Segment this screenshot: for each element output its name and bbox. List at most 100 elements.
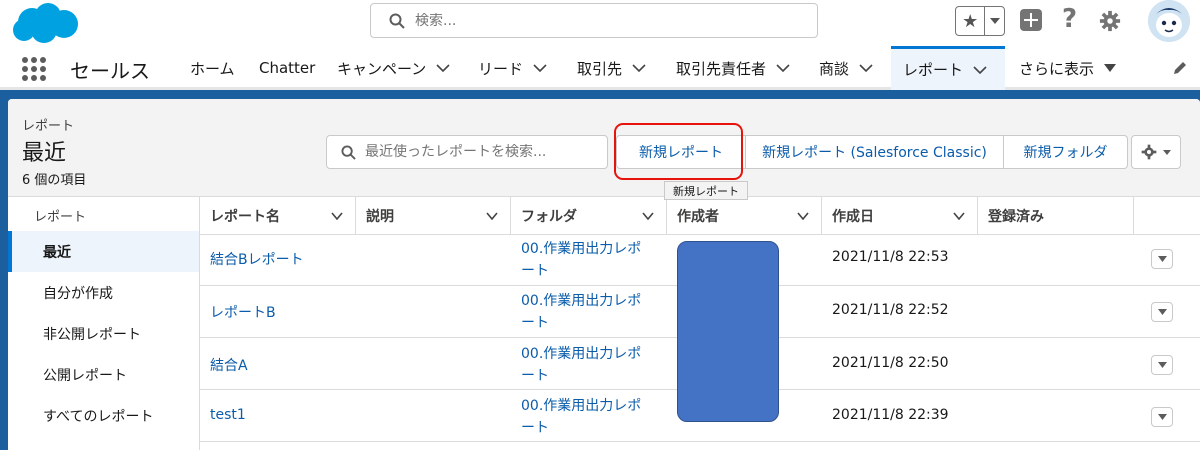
column-header-subscribed[interactable]: 登録済み bbox=[978, 197, 1134, 235]
list-view-panel: レポート 最近 6 個の項目 新規レポート 新規レポート (Salesforce… bbox=[8, 99, 1200, 450]
page-title: 最近 bbox=[22, 141, 67, 166]
object-label: レポート bbox=[22, 119, 75, 134]
row-actions-button[interactable] bbox=[1151, 407, 1173, 427]
global-search-input[interactable] bbox=[415, 12, 795, 29]
row-actions-button[interactable] bbox=[1151, 249, 1173, 269]
list-settings-button[interactable] bbox=[1131, 135, 1181, 169]
row-actions-button[interactable] bbox=[1151, 302, 1173, 322]
nav-item-leads[interactable]: リード bbox=[466, 46, 547, 90]
created-date: 2021/11/8 22:39 bbox=[832, 407, 949, 423]
edit-nav-pencil-icon[interactable] bbox=[1172, 60, 1188, 76]
chevron-down-icon[interactable] bbox=[331, 212, 343, 220]
global-actions-plus-icon[interactable] bbox=[1020, 9, 1042, 31]
nav-item-label: Chatter bbox=[259, 59, 316, 77]
chevron-down-icon[interactable] bbox=[859, 64, 873, 72]
column-header-label: 説明 bbox=[366, 208, 394, 225]
app-launcher-waffle-icon[interactable] bbox=[22, 57, 46, 81]
nav-item-accounts[interactable]: 取引先 bbox=[565, 46, 646, 90]
nav-item-contacts[interactable]: 取引先責任者 bbox=[664, 46, 790, 90]
salesforce-logo[interactable] bbox=[10, 2, 80, 44]
chevron-down-icon[interactable] bbox=[776, 64, 790, 72]
list-view-header: レポート 最近 6 個の項目 新規レポート 新規レポート (Salesforce… bbox=[8, 99, 1200, 197]
sidebar-heading: レポート bbox=[34, 210, 87, 225]
gear-icon bbox=[1141, 144, 1157, 160]
nav-item-campaigns[interactable]: キャンペーン bbox=[325, 46, 450, 90]
caret-down-icon bbox=[1157, 414, 1167, 420]
sidebar-item-recent[interactable]: 最近 bbox=[8, 231, 199, 272]
item-count: 6 個の項目 bbox=[22, 173, 87, 188]
report-name-link[interactable]: レポートB bbox=[210, 302, 276, 322]
new-report-classic-button[interactable]: 新規レポート (Salesforce Classic) bbox=[746, 135, 1004, 169]
sidebar-item-public-reports[interactable]: 公開レポート bbox=[8, 354, 199, 395]
report-name-link[interactable]: test1 bbox=[210, 407, 246, 423]
column-header-label: 作成者 bbox=[677, 208, 719, 225]
search-icon bbox=[389, 13, 405, 29]
row-actions-button[interactable] bbox=[1151, 355, 1173, 375]
help-icon[interactable]: ? bbox=[1062, 4, 1077, 34]
nav-item-label: 取引先責任者 bbox=[676, 59, 767, 78]
favorites-star-icon[interactable]: ★ bbox=[956, 7, 986, 35]
redaction-box bbox=[677, 241, 779, 422]
column-header-actions bbox=[1134, 197, 1200, 235]
chevron-down-icon[interactable] bbox=[632, 64, 646, 72]
report-name-link[interactable]: 結合Bレポート bbox=[210, 249, 304, 269]
column-header-label: レポート名 bbox=[210, 208, 280, 225]
chevron-down-icon[interactable] bbox=[642, 212, 654, 220]
nav-item-label: 取引先 bbox=[577, 59, 623, 78]
column-header-description[interactable]: 説明 bbox=[356, 197, 511, 235]
created-date: 2021/11/8 22:53 bbox=[832, 249, 949, 265]
caret-down-icon bbox=[1104, 64, 1117, 72]
chevron-down-icon[interactable] bbox=[953, 212, 965, 220]
created-date: 2021/11/8 22:52 bbox=[832, 302, 949, 318]
column-header-folder[interactable]: フォルダ bbox=[511, 197, 667, 235]
caret-down-icon bbox=[1157, 309, 1167, 315]
column-header-report-name[interactable]: レポート名 bbox=[200, 197, 356, 235]
chevron-down-icon[interactable] bbox=[533, 64, 547, 72]
sidebar-item-created-by-me[interactable]: 自分が作成 bbox=[8, 272, 199, 313]
folder-link-continued[interactable]: ート bbox=[521, 365, 549, 385]
new-folder-button[interactable]: 新規フォルダ bbox=[1004, 135, 1128, 169]
chevron-down-icon bbox=[989, 18, 1000, 24]
folder-link-continued[interactable]: ート bbox=[521, 260, 549, 280]
caret-down-icon bbox=[1157, 256, 1167, 262]
chevron-down-icon[interactable] bbox=[486, 212, 498, 220]
folder-link-continued[interactable]: ート bbox=[521, 417, 549, 437]
search-icon bbox=[341, 144, 356, 160]
sidebar-item-private-reports[interactable]: 非公開レポート bbox=[8, 313, 199, 354]
global-search[interactable] bbox=[370, 3, 818, 38]
tooltip: 新規レポート bbox=[664, 181, 748, 200]
nav-item-more[interactable]: さらに表示 bbox=[1007, 46, 1117, 90]
nav-item-opportunities[interactable]: 商談 bbox=[807, 46, 873, 90]
chevron-down-icon[interactable] bbox=[973, 65, 987, 74]
column-header-created-by[interactable]: 作成者 bbox=[667, 197, 822, 235]
setup-gear-icon[interactable] bbox=[1099, 10, 1121, 32]
favorites-menu-button[interactable] bbox=[985, 7, 1004, 35]
column-header-label: 作成日 bbox=[832, 208, 874, 225]
app-navigation-bar: セールス ホーム Chatter キャンペーン リード 取引先 取引先責任者 商… bbox=[0, 46, 1200, 90]
user-avatar[interactable] bbox=[1148, 0, 1190, 42]
nav-item-label: リード bbox=[478, 59, 524, 78]
column-header-label: フォルダ bbox=[521, 208, 577, 225]
global-header: ★ ? bbox=[0, 0, 1200, 46]
folder-link-continued[interactable]: ート bbox=[521, 312, 549, 332]
column-header-created-date[interactable]: 作成日 bbox=[822, 197, 978, 235]
nav-item-label: レポート bbox=[903, 61, 964, 79]
annotation-highlight-ring bbox=[614, 123, 743, 180]
favorites-group: ★ bbox=[955, 6, 1005, 36]
nav-item-chatter[interactable]: Chatter bbox=[247, 46, 315, 90]
folder-link[interactable]: 00.作業用出力レポ bbox=[521, 343, 641, 363]
report-name-link[interactable]: 結合A bbox=[210, 355, 248, 375]
nav-item-home[interactable]: ホーム bbox=[178, 46, 235, 90]
list-search-input[interactable] bbox=[365, 144, 605, 160]
folder-link[interactable]: 00.作業用出力レポ bbox=[521, 238, 641, 258]
nav-item-label: ホーム bbox=[190, 59, 235, 78]
chevron-down-icon[interactable] bbox=[436, 64, 450, 72]
nav-item-reports[interactable]: レポート bbox=[891, 46, 1005, 90]
nav-item-label: さらに表示 bbox=[1019, 59, 1095, 78]
sidebar-item-all-reports[interactable]: すべてのレポート bbox=[8, 395, 199, 436]
folder-link[interactable]: 00.作業用出力レポ bbox=[521, 395, 641, 415]
list-search[interactable] bbox=[326, 135, 608, 169]
app-name: セールス bbox=[70, 59, 150, 83]
chevron-down-icon[interactable] bbox=[797, 212, 809, 220]
folder-link[interactable]: 00.作業用出力レポ bbox=[521, 290, 641, 310]
